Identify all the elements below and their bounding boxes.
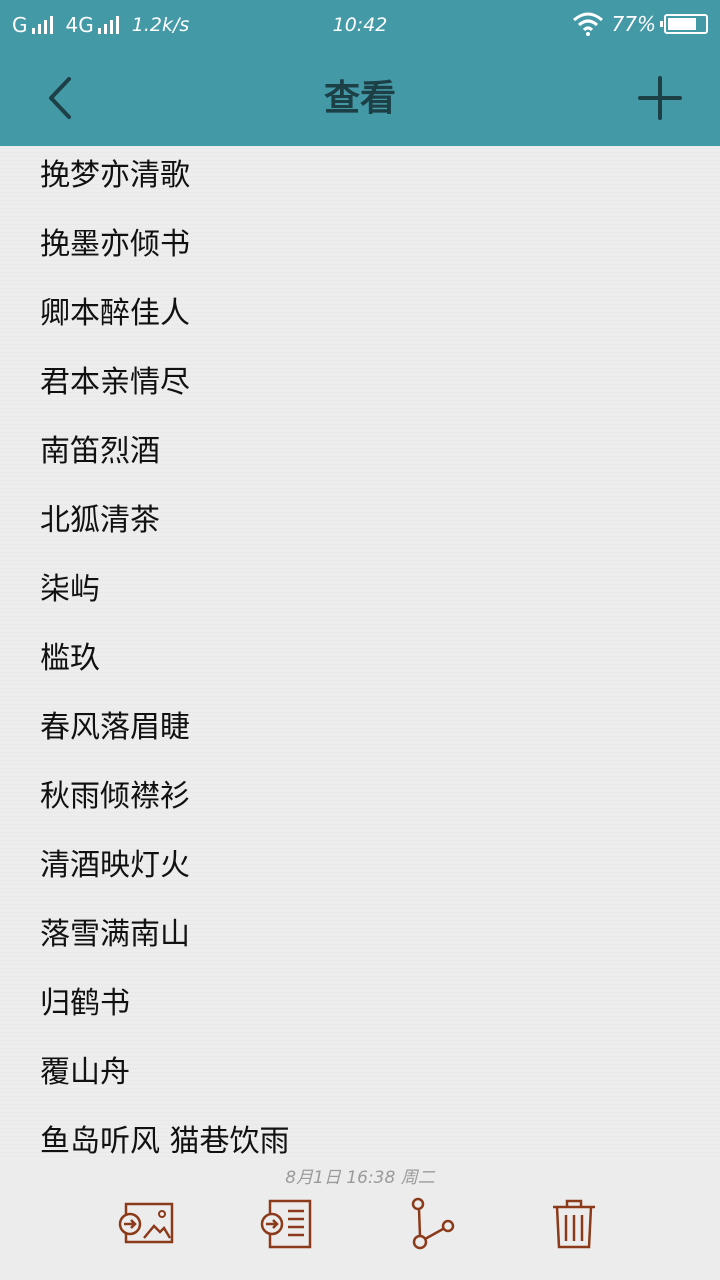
wifi-icon (572, 12, 603, 36)
export-text-button[interactable] (256, 1192, 320, 1256)
export-image-icon (118, 1202, 174, 1244)
note-line: 鱼岛听风 猫巷饮雨 (40, 1124, 290, 1159)
plus-icon (638, 76, 682, 120)
export-text-icon (260, 1199, 312, 1249)
note-body: 挽梦亦清歌 挽墨亦倾书 卿本醉佳人 君本亲情尽 南笛烈酒 北狐清茶 柒屿 槛玖 … (40, 146, 680, 1160)
note-line: 君本亲情尽 (40, 365, 190, 400)
add-button[interactable] (630, 68, 690, 128)
note-line: 覆山舟 (40, 1055, 130, 1090)
note-line: 挽墨亦倾书 (40, 227, 190, 262)
note-timestamp: 8月1日 16:38 周二 (285, 1168, 435, 1188)
share-icon (411, 1197, 455, 1250)
export-image-button[interactable] (114, 1192, 178, 1256)
delete-button[interactable] (542, 1192, 606, 1256)
bottom-toolbar (0, 1190, 720, 1260)
page-title: 查看 (323, 77, 396, 119)
app-bar: 查看 (0, 50, 720, 146)
status-right: 77% (572, 10, 708, 38)
note-line: 柒屿 (40, 572, 100, 607)
note-line: 南笛烈酒 (40, 434, 160, 469)
note-line: 北狐清茶 (40, 503, 160, 538)
share-button[interactable] (398, 1192, 462, 1256)
note-line: 卿本醉佳人 (40, 296, 190, 331)
trash-icon (553, 1199, 595, 1249)
note-line: 春风落眉睫 (40, 710, 190, 745)
note-line: 归鹤书 (40, 986, 130, 1021)
status-bar: G 4G 1.2k/s 10:42 77% (0, 0, 720, 50)
battery-percent: 77% (611, 12, 656, 36)
note-line: 清酒映灯火 (40, 848, 190, 883)
note-line: 挽梦亦清歌 (40, 158, 190, 193)
note-line: 槛玖 (40, 641, 100, 676)
note-line: 落雪满南山 (40, 917, 190, 952)
note-content[interactable]: 挽梦亦清歌 挽墨亦倾书 卿本醉佳人 君本亲情尽 南笛烈酒 北狐清茶 柒屿 槛玖 … (0, 146, 720, 1160)
note-line: 秋雨倾襟衫 (40, 779, 190, 814)
battery-icon (660, 14, 708, 34)
